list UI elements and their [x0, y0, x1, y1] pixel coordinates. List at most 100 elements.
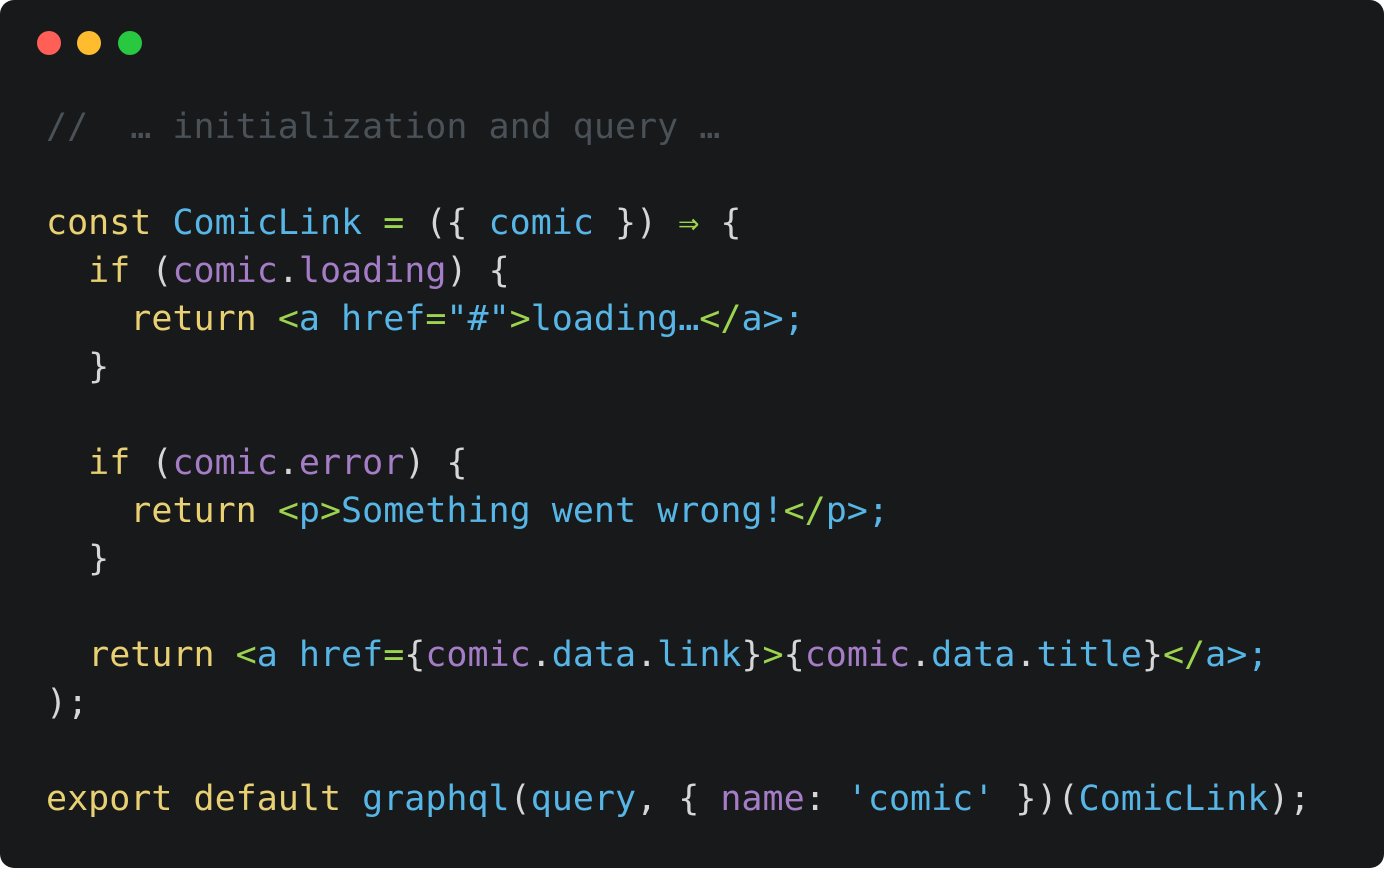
code-token-identifier: p — [825, 491, 847, 531]
code-token-operator: </ — [699, 299, 742, 339]
code-token-plain: }) — [593, 203, 679, 243]
code-token-comment: // … initialization and query … — [46, 107, 721, 147]
code-token-plain: } — [1141, 635, 1163, 675]
code-token-identifier: loading… — [530, 299, 700, 339]
code-token-identifier: >; — [1226, 635, 1269, 675]
code-token-plain: { — [699, 203, 742, 243]
code-line: export default graphql(query, { name: 'c… — [46, 775, 1310, 823]
code-token-plain: ) { — [446, 251, 510, 291]
code-token-property: comic — [172, 251, 278, 291]
code-token-identifier: Something went wrong! — [341, 491, 784, 531]
code-line: return <a href="#">loading…</a>; — [46, 295, 1310, 343]
code-token-plain: ( — [509, 779, 531, 819]
code-block: // … initialization and query … const Com… — [46, 103, 1310, 823]
code-token-identifier: >; — [762, 299, 805, 339]
code-window: // … initialization and query … const Com… — [0, 0, 1384, 868]
code-line: const ComicLink = ({ comic }) ⇒ { — [46, 199, 1310, 247]
code-line: ); — [46, 679, 1310, 727]
code-token-operator: < — [235, 635, 257, 675]
code-token-plain: ) { — [404, 443, 468, 483]
code-token-operator: < — [277, 299, 299, 339]
code-token-keyword: default — [193, 779, 342, 819]
code-token-identifier: a — [741, 299, 763, 339]
code-token-identifier: ComicLink — [172, 203, 363, 243]
code-token-keyword: return — [130, 299, 257, 339]
code-token-plain: ( — [130, 251, 173, 291]
zoom-window-button[interactable] — [118, 31, 142, 55]
minimize-window-button[interactable] — [77, 31, 101, 55]
code-token-identifier: "#" — [446, 299, 510, 339]
code-line: return <p>Something went wrong!</p>; — [46, 487, 1310, 535]
code-token-plain: . — [277, 251, 299, 291]
code-token-plain: . — [910, 635, 932, 675]
code-line: if (comic.error) { — [46, 439, 1310, 487]
code-token-property: comic — [425, 635, 531, 675]
code-token-identifier: comic — [488, 203, 594, 243]
code-token-plain: { — [783, 635, 805, 675]
code-token-plain: . — [636, 635, 658, 675]
code-token-plain: { — [404, 635, 426, 675]
code-token-keyword: return — [88, 635, 215, 675]
code-token-operator: > — [509, 299, 531, 339]
code-token-plain: ); — [1268, 779, 1311, 819]
code-token-keyword: const — [46, 203, 152, 243]
code-token-identifier: query — [530, 779, 637, 819]
code-token-plain: } — [46, 347, 110, 387]
code-token-plain: ({ — [404, 203, 489, 243]
code-line: } — [46, 535, 1310, 583]
code-token-property: loading — [298, 251, 447, 291]
code-token-identifier: href — [341, 299, 426, 339]
code-token-plain: } — [46, 539, 110, 579]
code-token-property: error — [298, 443, 405, 483]
code-token-identifier: graphql — [362, 779, 510, 819]
code-token-identifier: p — [298, 491, 320, 531]
code-line: if (comic.loading) { — [46, 247, 1310, 295]
code-token-identifier: >; — [846, 491, 889, 531]
code-token-keyword: export — [46, 779, 173, 819]
code-token-operator: = — [383, 635, 405, 675]
code-token-operator: > — [319, 491, 342, 531]
code-token-plain: . — [1015, 635, 1037, 675]
code-token-operator: < — [277, 491, 299, 531]
code-token-plain: , { — [636, 779, 721, 819]
code-token-plain: . — [277, 443, 299, 483]
code-token-plain: })( — [994, 779, 1079, 819]
code-token-identifier: a — [1205, 635, 1227, 675]
close-window-button[interactable] — [37, 31, 61, 55]
code-token-property: comic — [172, 443, 278, 483]
code-token-identifier: title — [1036, 635, 1142, 675]
code-token-identifier: data — [551, 635, 637, 675]
code-line: // … initialization and query … — [46, 103, 1310, 151]
code-token-keyword: if — [88, 443, 131, 483]
code-token-plain: } — [741, 635, 763, 675]
code-token-identifier: link — [657, 635, 742, 675]
code-token-identifier: data — [931, 635, 1016, 675]
code-token-operator: </ — [1162, 635, 1206, 675]
code-token-keyword: if — [88, 251, 131, 291]
code-token-identifier: href — [298, 635, 384, 675]
code-token-keyword: return — [130, 491, 257, 531]
code-token-property: comic — [804, 635, 911, 675]
code-token-identifier: ComicLink — [1078, 779, 1269, 819]
code-token-operator: </ — [783, 491, 826, 531]
code-token-identifier: 'comic' — [846, 779, 995, 819]
code-token-property: name — [720, 779, 805, 819]
code-token-operator: ⇒ — [678, 203, 700, 243]
code-line: return <a href={comic.data.link}>{comic.… — [46, 631, 1310, 679]
code-token-plain: ); — [46, 683, 89, 723]
code-token-operator: > — [762, 635, 784, 675]
